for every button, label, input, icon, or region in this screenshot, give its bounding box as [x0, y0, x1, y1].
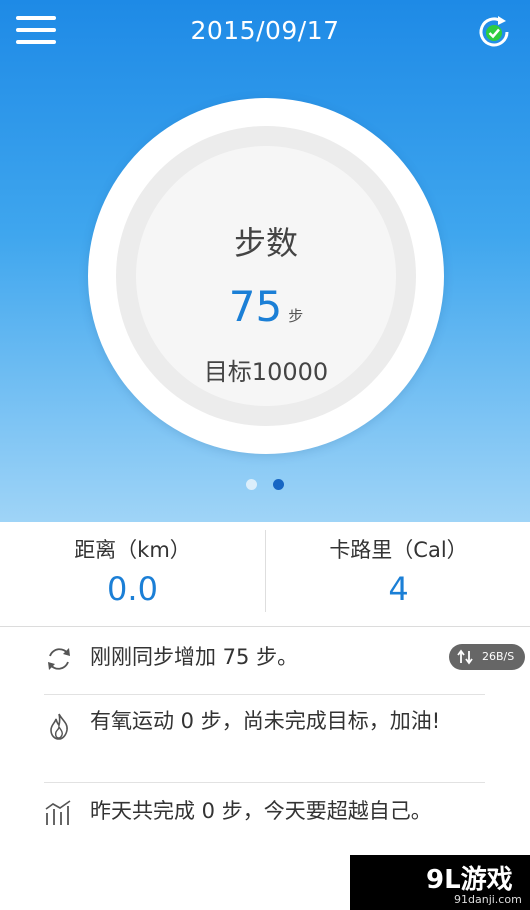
step-ring[interactable]: 步数 75 步 目标10000: [88, 98, 444, 454]
network-speed-badge: 26B/S: [449, 644, 525, 670]
steps-unit: 步: [288, 307, 304, 325]
page-indicator: [246, 479, 286, 491]
feed-text: 刚刚同步增加 75 步。: [90, 645, 299, 669]
flame-icon: [44, 711, 74, 741]
list-item: 刚刚同步增加 75 步。: [44, 627, 485, 695]
network-speed: 26B/S: [482, 650, 515, 663]
steps-goal: 目标10000: [203, 358, 329, 386]
sync-icon: [44, 644, 74, 674]
stats-panel: 距离（km） 0.0 卡路里（Cal） 4: [0, 522, 530, 627]
chart-icon: [44, 798, 74, 828]
distance-stat: 距离（km） 0.0: [0, 522, 265, 626]
sync-check-icon[interactable]: [474, 12, 514, 52]
calorie-value: 4: [388, 570, 409, 608]
distance-value: 0.0: [107, 570, 158, 608]
watermark-site: 91danji.com: [454, 893, 522, 906]
calorie-label: 卡路里（Cal）: [329, 538, 468, 562]
feed-text: 有氧运动 0 步，尚未完成目标，加油!: [90, 709, 441, 733]
watermark-logo: 9L游戏: [426, 865, 513, 895]
steps-title: 步数: [233, 224, 298, 262]
list-item: 昨天共完成 0 步，今天要超越自己。: [44, 783, 485, 843]
date-title: 2015/09/17: [190, 16, 340, 45]
page-dot-2-active[interactable]: [273, 479, 284, 490]
distance-label: 距离（km）: [74, 538, 191, 562]
page-dot-1[interactable]: [246, 479, 257, 490]
calorie-stat: 卡路里（Cal） 4: [265, 530, 530, 612]
steps-number: 75: [228, 282, 283, 331]
progress-track: 步数 75 步 目标10000: [116, 126, 416, 426]
step-display: 步数 75 步 目标10000: [136, 146, 396, 406]
site-watermark: 9L游戏 91danji.com: [350, 855, 530, 910]
top-bar: 2015/09/17: [0, 0, 530, 62]
up-down-arrows-icon: [457, 649, 473, 665]
list-item: 有氧运动 0 步，尚未完成目标，加油!: [44, 695, 485, 783]
steps-count: 75 步: [136, 282, 396, 331]
feed-text: 昨天共完成 0 步，今天要超越自己。: [90, 799, 432, 823]
hero-panel: 2015/09/17 步数 75 步 目标10000: [0, 0, 530, 522]
